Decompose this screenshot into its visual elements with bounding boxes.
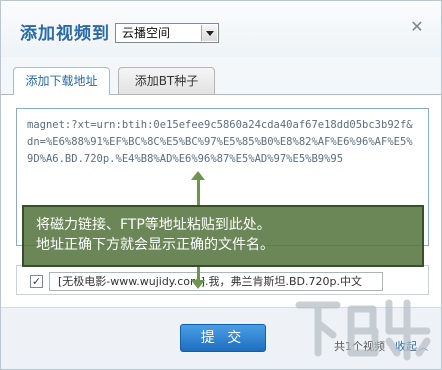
collapse-link[interactable]: 收起 ︿ [395,338,428,354]
tooltip-connector-bottom [197,267,200,280]
arrow-up-icon [191,171,205,180]
dialog-footer: 提 交 共1个视频 收起 ︿ [1,307,441,369]
destination-select-value: 云播空间 [122,26,171,40]
tooltip-connector-top [197,178,200,205]
chevron-up-icon: ︿ [419,343,429,353]
file-list: ✓ [无极电影-www.wujidy.com].我，弗兰肯斯坦.BD.720p.… [16,265,429,295]
destination-select[interactable]: 云播空间 [115,23,219,43]
file-name-field[interactable]: [无极电影-www.wujidy.com].我，弗兰肯斯坦.BD.720p.中文 [49,272,383,291]
add-video-dialog: 添加视频到 云播空间 ✕ 添加下载地址 添加BT种子 magnet:?xt=ur… [0,0,442,370]
close-icon[interactable]: ✕ [409,19,425,35]
submit-button[interactable]: 提 交 [180,324,266,352]
collapse-label: 收起 [395,340,417,353]
chevron-down-icon[interactable] [201,25,217,41]
tab-add-download-link[interactable]: 添加下载地址 [13,67,110,96]
arrow-down-icon [191,280,205,289]
tooltip-line-2: 地址正确下方就会显示正确的文件名。 [36,237,274,253]
tooltip-line-1: 将磁力链接、FTP等地址粘贴到此处。 [36,217,271,233]
tab-add-bt-torrent[interactable]: 添加BT种子 [118,67,215,95]
file-checkbox[interactable]: ✓ [30,275,43,288]
dialog-title: 添加视频到 [20,24,110,44]
video-count: 共1个视频 [334,340,385,353]
tab-bar: 添加下载地址 添加BT种子 [1,63,441,96]
dialog-header: 添加视频到 云播空间 ✕ [1,1,441,57]
help-tooltip: 将磁力链接、FTP等地址粘贴到此处。 地址正确下方就会显示正确的文件名。 [22,205,424,267]
